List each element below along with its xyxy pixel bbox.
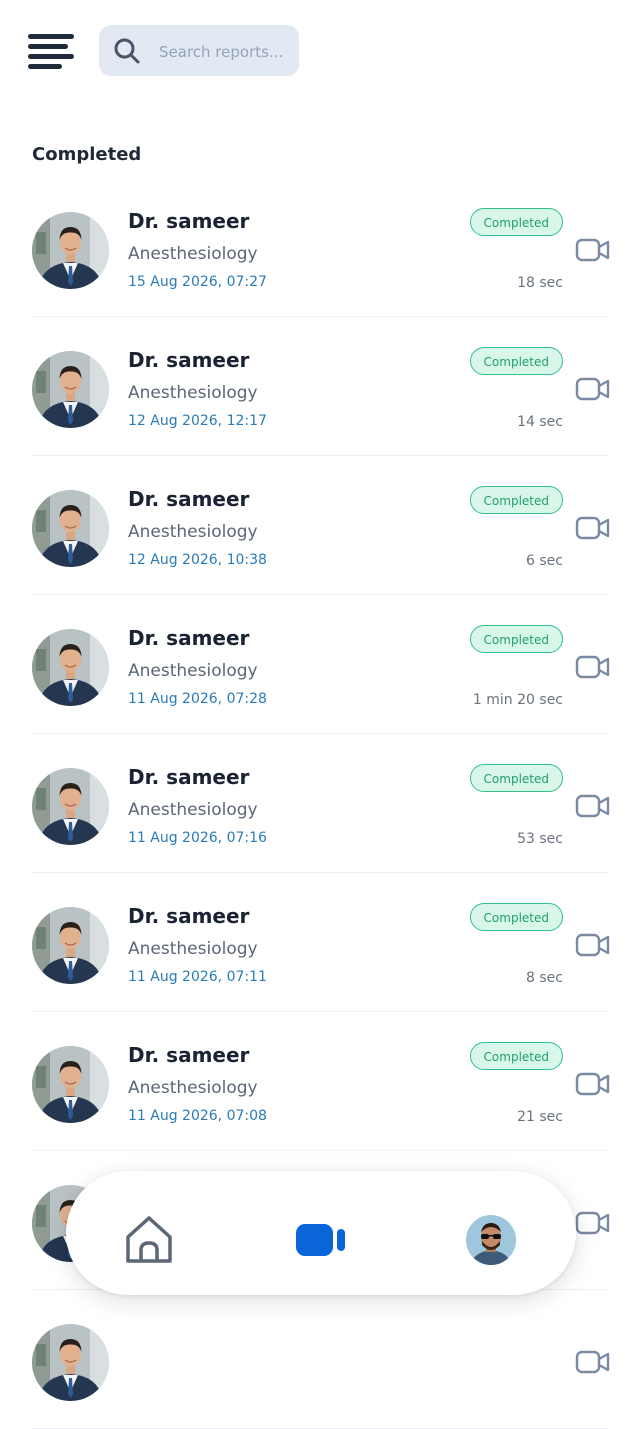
call-duration: 14 sec [517, 414, 563, 430]
user-avatar[interactable] [466, 1215, 516, 1265]
status-badge: Completed [469, 625, 563, 653]
consultation-row[interactable] [0, 1290, 640, 1429]
doctor-avatar [32, 907, 109, 984]
call-duration: 8 sec [526, 970, 563, 986]
video-call-icon[interactable] [294, 1223, 348, 1257]
doctor-name: Dr. sameer [128, 487, 250, 511]
section-title: Completed [32, 144, 142, 165]
status-badge: Completed [469, 486, 563, 514]
doctor-specialty: Anesthesiology [128, 244, 258, 264]
consultation-row[interactable]: Dr. sameer Anesthesiology 12 Aug 2026, 1… [0, 456, 640, 595]
app-header [0, 0, 640, 110]
doctor-specialty: Anesthesiology [128, 800, 258, 820]
consultation-row[interactable]: Dr. sameer Anesthesiology 15 Aug 2026, 0… [0, 178, 640, 317]
video-camera-icon[interactable] [575, 1350, 611, 1374]
search-input[interactable] [157, 25, 296, 78]
call-duration: 1 min 20 sec [472, 692, 563, 708]
call-duration: 53 sec [517, 831, 563, 847]
call-duration: 21 sec [517, 1109, 563, 1125]
status-badge: Completed [469, 903, 563, 931]
doctor-name: Dr. sameer [128, 626, 250, 650]
doctor-name: Dr. sameer [128, 765, 250, 789]
consultation-datetime: 15 Aug 2026, 07:27 [128, 274, 267, 290]
video-camera-icon[interactable] [575, 655, 611, 679]
doctor-specialty: Anesthesiology [128, 522, 258, 542]
consultation-datetime: 11 Aug 2026, 07:16 [128, 830, 267, 846]
call-duration: 6 sec [526, 553, 563, 569]
consultation-datetime: 12 Aug 2026, 12:17 [128, 413, 267, 429]
doctor-name: Dr. sameer [128, 209, 250, 233]
doctor-specialty: Anesthesiology [128, 1078, 258, 1098]
status-badge: Completed [469, 1042, 563, 1070]
doctor-specialty: Anesthesiology [128, 383, 258, 403]
video-camera-icon[interactable] [575, 377, 611, 401]
search-bar[interactable] [99, 25, 299, 78]
status-badge: Completed [469, 208, 563, 236]
consultation-row[interactable]: Dr. sameer Anesthesiology 11 Aug 2026, 0… [0, 1012, 640, 1151]
doctor-name: Dr. sameer [128, 904, 250, 928]
doctor-avatar [32, 1324, 109, 1401]
consultation-row[interactable]: Dr. sameer Anesthesiology 11 Aug 2026, 0… [0, 873, 640, 1012]
doctor-avatar [32, 490, 109, 567]
video-camera-icon[interactable] [575, 794, 611, 818]
doctor-avatar [32, 212, 109, 289]
video-camera-icon[interactable] [575, 933, 611, 957]
video-camera-icon[interactable] [575, 238, 611, 262]
consultation-datetime: 12 Aug 2026, 10:38 [128, 552, 267, 568]
consultation-row[interactable]: Dr. sameer Anesthesiology 11 Aug 2026, 0… [0, 734, 640, 873]
consultation-datetime: 11 Aug 2026, 07:11 [128, 969, 267, 985]
status-badge: Completed [469, 764, 563, 792]
doctor-avatar [32, 768, 109, 845]
bottom-navigation [66, 1171, 576, 1295]
call-duration: 18 sec [517, 275, 563, 291]
video-camera-icon[interactable] [575, 516, 611, 540]
status-badge: Completed [469, 347, 563, 375]
search-icon [114, 38, 140, 64]
consultation-row[interactable]: Dr. sameer Anesthesiology 11 Aug 2026, 0… [0, 595, 640, 734]
consultation-row[interactable]: Dr. sameer Anesthesiology 12 Aug 2026, 1… [0, 317, 640, 456]
doctor-avatar [32, 1046, 109, 1123]
doctor-name: Dr. sameer [128, 1043, 250, 1067]
consultation-datetime: 11 Aug 2026, 07:08 [128, 1108, 267, 1124]
home-icon[interactable] [122, 1211, 176, 1265]
menu-icon[interactable] [28, 32, 76, 70]
doctor-specialty: Anesthesiology [128, 661, 258, 681]
consultation-datetime: 11 Aug 2026, 07:28 [128, 691, 267, 707]
doctor-specialty: Anesthesiology [128, 939, 258, 959]
doctor-avatar [32, 629, 109, 706]
video-camera-icon[interactable] [575, 1072, 611, 1096]
video-camera-icon[interactable] [575, 1211, 611, 1235]
doctor-name: Dr. sameer [128, 348, 250, 372]
doctor-avatar [32, 351, 109, 428]
